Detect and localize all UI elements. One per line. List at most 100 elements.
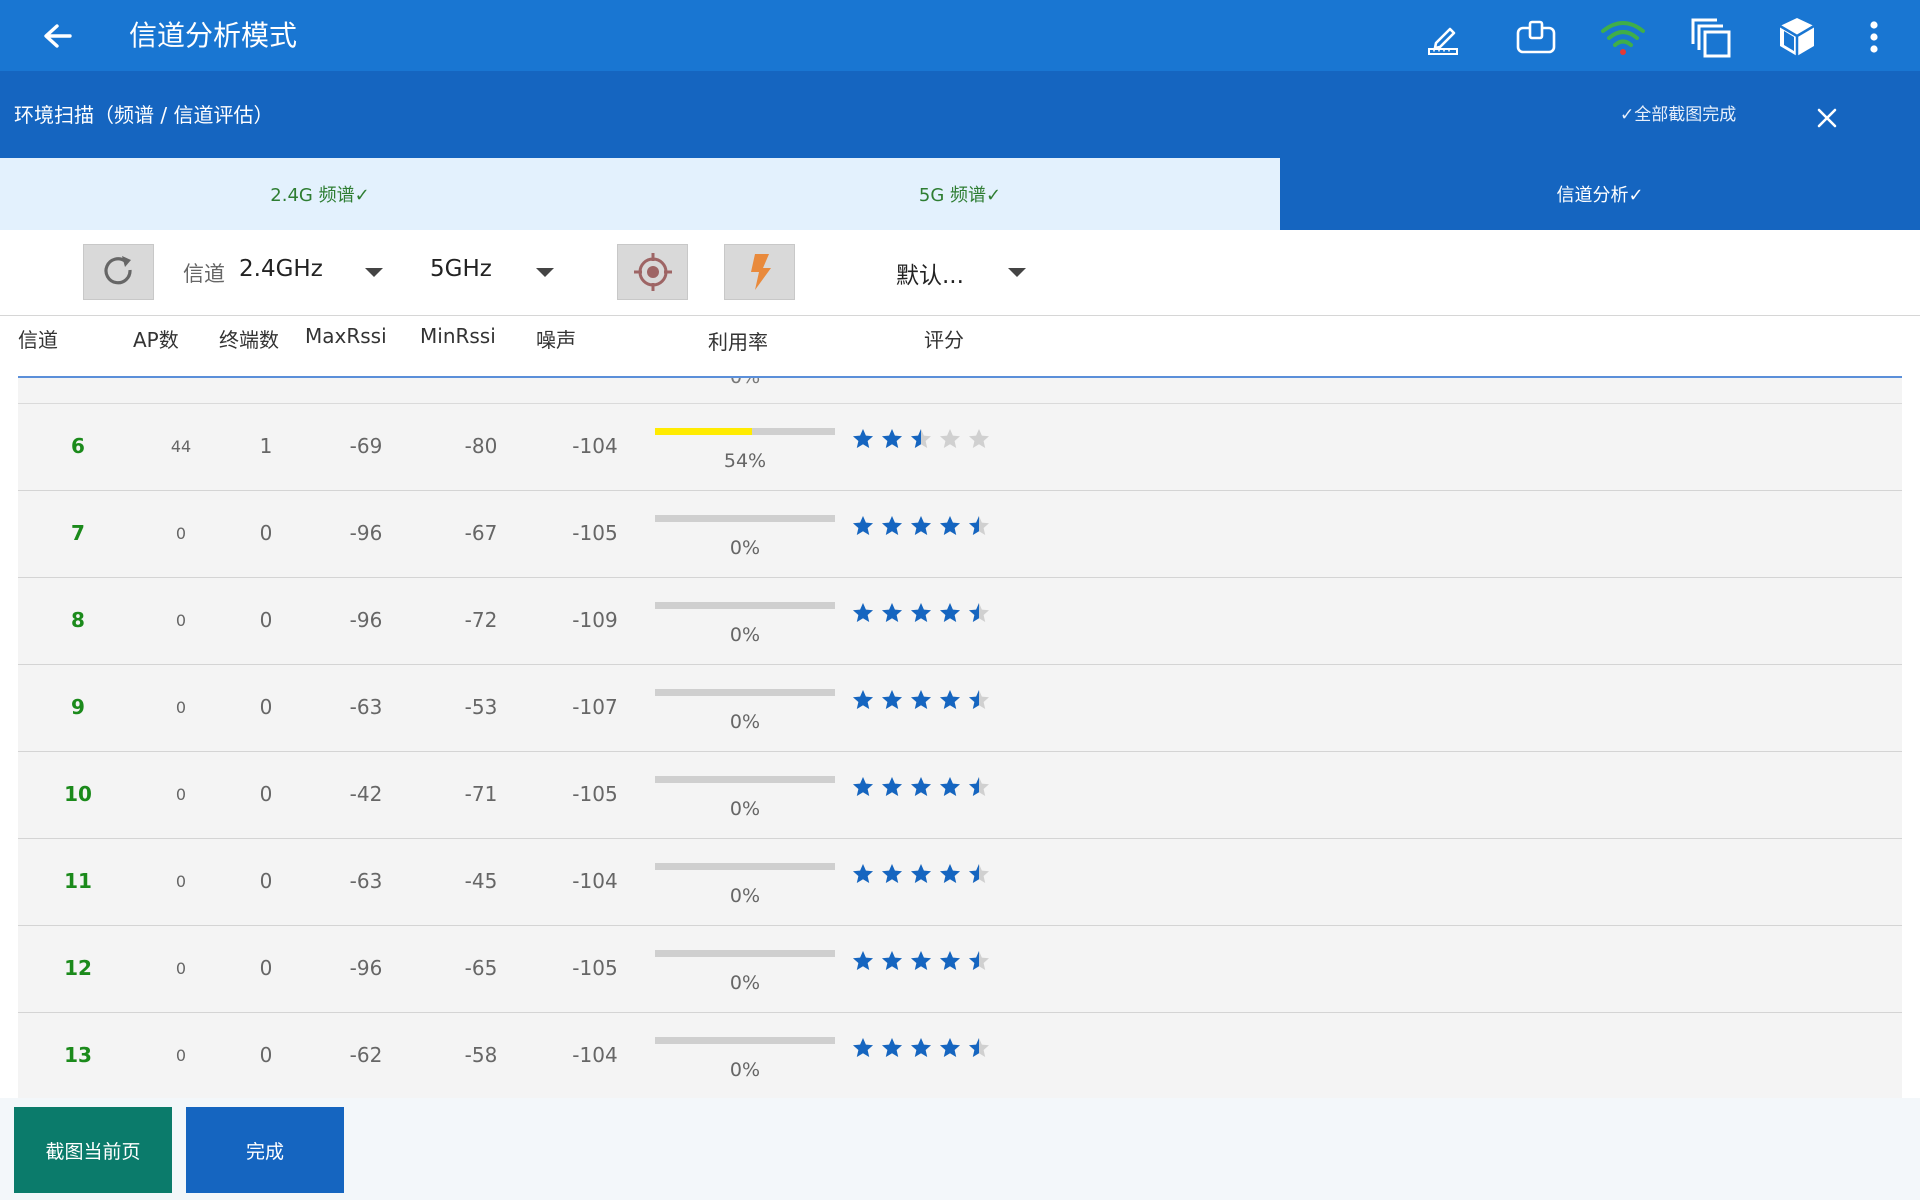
ap-count: 0 [175,611,187,630]
tab-bar: 2.4G 频谱✓ 5G 频谱✓ 信道分析✓ [0,158,1920,230]
back-arrow-icon[interactable] [38,17,78,57]
tab-channel-analysis[interactable]: 信道分析✓ [1280,158,1920,230]
chevron-down-icon[interactable] [536,268,554,277]
table-row[interactable]: 10 0 0 -42 -71 -105 0% [18,752,1902,839]
ap-count: 0 [175,785,187,804]
star-icon [882,864,902,883]
header-max-rssi: MaxRssi [305,324,387,348]
channel-number: 9 [71,695,85,719]
utilization-label: 0% [729,885,761,907]
rating-stars [851,424,996,454]
rating-stars [851,946,996,976]
header-rating: 评分 [924,328,964,352]
ap-count: 0 [175,524,187,543]
header-min-rssi: MinRssi [420,324,496,348]
star-icon [882,690,902,709]
utilization-bar [655,950,835,957]
copy-windows-icon[interactable] [1685,12,1735,62]
refresh-button[interactable] [83,244,154,300]
star-icon [853,603,873,622]
more-vert-icon[interactable] [1849,12,1899,62]
star-icon [940,690,960,709]
max-rssi: -69 [349,434,383,458]
star-icon [911,1038,931,1057]
terminal-count: 0 [259,1043,273,1067]
ap-count: 0 [175,959,187,978]
star-icon [940,777,960,796]
max-rssi: -62 [349,1043,383,1067]
max-rssi: -42 [349,782,383,806]
star-icon [853,864,873,883]
app-bar: 信道分析模式 [0,0,1920,71]
min-rssi: -58 [464,1043,498,1067]
utilization-label: 0% [729,972,761,994]
band-5-select[interactable]: 5GHz [430,256,492,282]
chevron-down-icon[interactable] [365,268,383,277]
star-icon [940,864,960,883]
edit-ruler-icon[interactable] [1417,12,1467,62]
noise-value: -104 [572,1043,618,1067]
locate-button[interactable] [617,244,688,300]
star-icon [882,429,902,448]
table-row[interactable]: 12 0 0 -96 -65 -105 0% [18,926,1902,1013]
min-rssi: -53 [464,695,498,719]
optimize-button[interactable] [724,244,795,300]
star-icon [882,777,902,796]
tab-24g-spectrum[interactable]: 2.4G 频谱✓ [0,158,640,230]
utilization-label: 0% [729,624,761,646]
star-icon [911,864,931,883]
screenshot-page-button[interactable]: 截图当前页 [14,1107,172,1193]
channel-number: 13 [64,1043,92,1067]
partial-row: 0% [18,378,1902,404]
table-row[interactable]: 13 0 0 -62 -58 -104 0% [18,1013,1902,1098]
utilization-label: 0% [729,798,761,820]
header-channel: 信道 [18,328,58,352]
table-header: 信道 AP数 终端数 MaxRssi MinRssi 噪声 利用率 评分 [18,316,1902,378]
star-icon [969,603,989,622]
close-icon[interactable] [1812,103,1842,133]
star-icon [969,690,989,709]
noise-value: -105 [572,956,618,980]
min-rssi: -72 [464,608,498,632]
chevron-down-icon[interactable] [1008,268,1026,277]
utilization-label: 0% [729,1059,761,1081]
cast-screen-icon[interactable] [1511,12,1561,62]
utilization-bar [655,1037,835,1044]
star-icon [911,777,931,796]
header-utilization: 利用率 [708,330,768,354]
noise-value: -104 [572,869,618,893]
min-rssi: -71 [464,782,498,806]
noise-value: -105 [572,782,618,806]
star-icon [911,951,931,970]
banner-text: 环境扫描（频谱 / 信道评估） [14,103,274,127]
channel-list[interactable]: 0% 6 44 1 -69 -80 -104 54% 7 0 0 -96 -67 -105 0% 8 0 0 -9… [18,378,1902,1098]
max-rssi: -96 [349,608,383,632]
filter-toolbar: 信道 2.4GHz 5GHz 默认... [0,230,1920,316]
sort-select[interactable]: 默认... [896,256,964,290]
star-icon [853,429,873,448]
table-row[interactable]: 7 0 0 -96 -67 -105 0% [18,491,1902,578]
done-button[interactable]: 完成 [186,1107,344,1193]
refresh-icon [103,256,132,285]
table-row[interactable]: 9 0 0 -63 -53 -107 0% [18,665,1902,752]
channel-number: 7 [71,521,85,545]
max-rssi: -63 [349,695,383,719]
utilization-bar-fill [655,428,752,435]
cube-box-icon[interactable] [1772,12,1822,62]
terminal-count: 0 [259,521,273,545]
max-rssi: -96 [349,521,383,545]
star-icon [940,1038,960,1057]
table-row[interactable]: 11 0 0 -63 -45 -104 0% [18,839,1902,926]
tab-5g-spectrum[interactable]: 5G 频谱✓ [640,158,1280,230]
band-24-select[interactable]: 2.4GHz [239,256,323,282]
star-icon [882,1038,902,1057]
star-icon [940,429,960,448]
star-icon [853,516,873,535]
channel-number: 6 [71,434,85,458]
table-row[interactable]: 8 0 0 -96 -72 -109 0% [18,578,1902,665]
channel-number: 12 [64,956,92,980]
table-row[interactable]: 6 44 1 -69 -80 -104 54% [18,404,1902,491]
rating-stars [851,598,996,628]
wifi-signal-icon[interactable] [1598,12,1648,62]
utilization-bar [655,689,835,696]
